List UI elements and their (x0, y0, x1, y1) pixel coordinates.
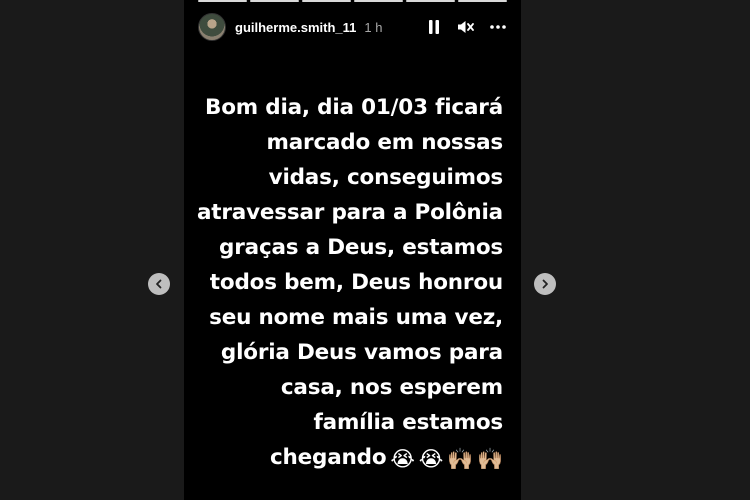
caption-line: graças a Deus, estamos (219, 235, 503, 260)
story-card[interactable]: guilherme.smith_11 1 h Bom dia, dia 01/0… (184, 0, 521, 500)
post-time: 1 h (364, 19, 383, 35)
raising-hands-emoji: 🙌🏼 (477, 447, 503, 471)
previous-story-button[interactable] (148, 273, 170, 295)
avatar[interactable] (198, 13, 226, 41)
caption-line-last: chegando 😭 😭 🙌🏼 🙌🏼 (184, 440, 503, 477)
caption-line: marcado em nossas (266, 130, 504, 155)
more-options-button[interactable] (489, 18, 507, 36)
raising-hands-emoji: 🙌🏼 (447, 447, 474, 471)
pause-icon (429, 20, 439, 34)
pause-button[interactable] (425, 18, 443, 36)
story-header: guilherme.smith_11 1 h (198, 12, 507, 42)
caption-line: seu nome mais uma vez, (209, 305, 503, 330)
next-story-button[interactable] (534, 273, 556, 295)
caption-line: atravessar para a Polônia (196, 200, 503, 225)
story-progress-bar (184, 0, 521, 2)
progress-segment (198, 0, 247, 2)
caption-line-text: chegando (270, 445, 387, 470)
caption-line: casa, nos esperem (280, 375, 503, 400)
progress-segment (458, 0, 507, 2)
story-controls (425, 18, 507, 36)
caption-line: Bom dia, dia 01/03 ficará (205, 95, 503, 120)
progress-segment (302, 0, 351, 2)
story-caption: Bom dia, dia 01/03 ficará marcado em nos… (184, 90, 503, 477)
caption-line: todos bem, Deus honrou (209, 270, 503, 295)
caption-line: glória Deus vamos para (220, 340, 503, 365)
caption-line: vidas, conseguimos (268, 165, 504, 190)
progress-segment (406, 0, 455, 2)
mute-icon (458, 21, 474, 33)
story-viewer: guilherme.smith_11 1 h Bom dia, dia 01/0… (0, 0, 750, 500)
chevron-left-icon (156, 279, 162, 289)
progress-segment (250, 0, 299, 2)
progress-segment (354, 0, 403, 2)
mute-button[interactable] (457, 18, 475, 36)
caption-line: família estamos (313, 410, 503, 435)
username[interactable]: guilherme.smith_11 (235, 20, 356, 35)
crying-face-emoji: 😭 (418, 447, 444, 471)
chevron-right-icon (542, 279, 548, 289)
crying-face-emoji: 😭 (390, 447, 415, 471)
more-icon (490, 25, 506, 29)
